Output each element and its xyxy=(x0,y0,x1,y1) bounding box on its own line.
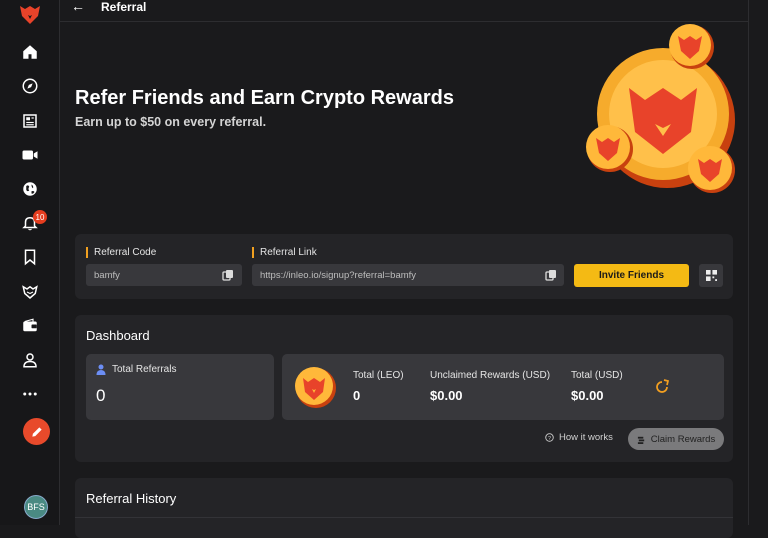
qr-code-button[interactable] xyxy=(699,264,723,287)
unclaimed-rewards-label: Unclaimed Rewards (USD) xyxy=(430,370,551,381)
avatar-text: BFS xyxy=(27,502,45,512)
svg-text:?: ? xyxy=(548,436,551,442)
total-leo-label: Total (LEO) xyxy=(353,370,404,381)
claim-rewards-button[interactable]: Claim Rewards xyxy=(628,428,724,450)
referral-link-field[interactable]: https://inleo.io/signup?referral=bamfy xyxy=(252,264,564,286)
more-icon[interactable] xyxy=(0,381,60,407)
user-icon[interactable] xyxy=(0,347,60,373)
leo-logo-icon[interactable] xyxy=(0,2,60,28)
total-usd-value: $0.00 xyxy=(571,388,604,403)
total-referrals-value: 0 xyxy=(96,386,106,405)
leo-coin-icon xyxy=(295,367,336,408)
video-icon[interactable] xyxy=(0,142,60,168)
referral-link-label: Referral Link xyxy=(252,247,317,258)
unclaimed-rewards-value: $0.00 xyxy=(430,388,463,403)
referral-code-field[interactable]: bamfy xyxy=(86,264,242,286)
notification-badge: 10 xyxy=(33,210,47,224)
compass-icon[interactable] xyxy=(0,73,60,99)
hero-subtitle: Earn up to $50 on every referral. xyxy=(75,115,267,129)
hero-title: Refer Friends and Earn Crypto Rewards xyxy=(75,87,454,109)
arrow-left-icon[interactable]: ← xyxy=(71,0,85,14)
bell-icon[interactable] xyxy=(0,210,60,236)
sidebar: 10 BFS xyxy=(0,0,60,525)
referral-code-label: Referral Code xyxy=(86,247,156,258)
copy-link-icon[interactable] xyxy=(545,269,557,281)
coins-icon xyxy=(637,436,644,444)
qr-icon xyxy=(705,270,717,281)
compose-button[interactable] xyxy=(23,418,50,445)
home-icon[interactable] xyxy=(0,39,60,65)
user-icon xyxy=(96,364,106,375)
referral-link-value: https://inleo.io/signup?referral=bamfy xyxy=(260,269,417,281)
leo-icon[interactable] xyxy=(0,279,60,305)
refresh-icon[interactable] xyxy=(654,379,670,395)
page-title: Referral xyxy=(101,0,147,14)
help-icon: ? xyxy=(545,433,554,442)
top-bar xyxy=(60,0,749,22)
divider xyxy=(748,0,749,525)
copy-icon[interactable] xyxy=(222,269,234,281)
total-usd-label: Total (USD) xyxy=(571,370,623,381)
referral-history-card xyxy=(75,478,733,538)
wallet-icon[interactable] xyxy=(0,313,60,339)
total-leo-value: 0 xyxy=(353,388,361,403)
referral-history-title: Referral History xyxy=(86,491,177,506)
referral-code-value: bamfy xyxy=(94,269,120,281)
how-it-works-link[interactable]: ? How it works xyxy=(545,432,613,443)
total-referrals-label: Total Referrals xyxy=(112,364,177,375)
divider xyxy=(75,517,733,518)
newspaper-icon[interactable] xyxy=(0,108,60,134)
dashboard-title: Dashboard xyxy=(86,328,150,343)
globe-icon[interactable] xyxy=(0,176,60,202)
claim-rewards-label: Claim Rewards xyxy=(650,433,716,445)
invite-friends-button[interactable]: Invite Friends xyxy=(574,264,689,287)
pencil-icon xyxy=(31,426,42,437)
how-it-works-label: How it works xyxy=(559,432,613,443)
leo-coins-illustration xyxy=(586,24,735,193)
bookmark-icon[interactable] xyxy=(0,244,60,270)
avatar[interactable]: BFS xyxy=(24,495,48,519)
